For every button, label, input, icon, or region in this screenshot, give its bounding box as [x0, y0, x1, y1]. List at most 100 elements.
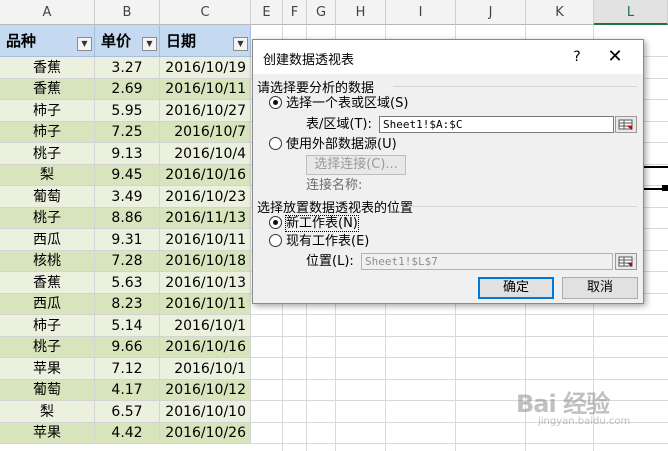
cell-date[interactable]: 2016/10/11	[160, 229, 251, 251]
range-label: 表/区域(T):	[306, 117, 372, 132]
dropdown-arrow-icon[interactable]: ▼	[142, 37, 157, 51]
cell-price[interactable]: 4.42	[95, 423, 160, 444]
section-choose-location: 选择放置数据透视表的位置	[257, 201, 414, 216]
gridline	[251, 336, 668, 337]
cell-variety[interactable]: 柿子	[0, 122, 95, 143]
cell-price[interactable]: 9.45	[95, 165, 160, 186]
cell-variety[interactable]: 西瓜	[0, 229, 95, 251]
cell-price[interactable]: 9.13	[95, 143, 160, 165]
cell-price[interactable]: 2.69	[95, 79, 160, 100]
column-header-f[interactable]: F	[283, 0, 307, 25]
cell-variety[interactable]: 核桃	[0, 251, 95, 272]
cell-date[interactable]: 2016/10/27	[160, 100, 251, 122]
cell-variety[interactable]: 苹果	[0, 358, 95, 380]
range-picker-icon[interactable]	[615, 116, 637, 133]
cell-date[interactable]: 2016/10/16	[160, 165, 251, 186]
radio-checked-icon	[269, 215, 282, 229]
column-header-j[interactable]: J	[456, 0, 526, 25]
cell-variety[interactable]: 香蕉	[0, 79, 95, 100]
cell-price[interactable]: 5.95	[95, 100, 160, 122]
choose-connection-button: 选择连接(C)...	[306, 155, 406, 175]
cell-price[interactable]: 7.28	[95, 251, 160, 272]
cell-date[interactable]: 2016/10/12	[160, 380, 251, 401]
cell-date[interactable]: 2016/11/13	[160, 208, 251, 229]
cell-date[interactable]: 2016/10/11	[160, 294, 251, 315]
dialog-titlebar[interactable]: 创建数据透视表 ? ✕	[253, 40, 643, 74]
cell-date[interactable]: 2016/10/23	[160, 186, 251, 208]
location-picker-icon[interactable]	[615, 253, 637, 270]
cell-variety[interactable]: 柿子	[0, 315, 95, 337]
header-label: 品种	[6, 32, 37, 50]
cancel-button[interactable]: 取消	[562, 277, 638, 299]
cell-price[interactable]: 8.23	[95, 294, 160, 315]
cell-variety[interactable]: 柿子	[0, 100, 95, 122]
cell-price[interactable]: 9.66	[95, 337, 160, 358]
cell-variety[interactable]: 苹果	[0, 423, 95, 444]
cell-variety[interactable]: 葡萄	[0, 186, 95, 208]
cell-date[interactable]: 2016/10/19	[160, 57, 251, 79]
cell-date[interactable]: 2016/10/10	[160, 401, 251, 423]
cell-price[interactable]: 3.49	[95, 186, 160, 208]
header-label: 日期	[166, 32, 197, 50]
gridline	[251, 443, 668, 444]
cell-date[interactable]: 2016/10/11	[160, 79, 251, 100]
cell-variety[interactable]: 香蕉	[0, 57, 95, 79]
radio-label: 新工作表(N)	[285, 215, 359, 232]
cell-date[interactable]: 2016/10/18	[160, 251, 251, 272]
cell-date[interactable]: 2016/10/1	[160, 358, 251, 380]
column-header-i[interactable]: I	[386, 0, 456, 25]
cell-date[interactable]: 2016/10/13	[160, 272, 251, 294]
location-input[interactable]: Sheet1!$L$7	[361, 253, 613, 270]
cell-date[interactable]: 2016/10/4	[160, 143, 251, 165]
column-header-g[interactable]: G	[307, 0, 336, 25]
radio-external-source[interactable]: 使用外部数据源(U)	[269, 136, 397, 154]
ok-button[interactable]: 确定	[478, 277, 554, 299]
column-header-a[interactable]: A	[0, 0, 95, 25]
cell-price[interactable]: 8.86	[95, 208, 160, 229]
divider	[393, 86, 637, 87]
watermark-url: jingyan.baidu.com	[538, 416, 631, 427]
cell-variety[interactable]: 西瓜	[0, 294, 95, 315]
range-input[interactable]: Sheet1!$A:$C	[379, 116, 614, 133]
cell-variety[interactable]: 桃子	[0, 143, 95, 165]
header-label: 单价	[101, 32, 132, 50]
cell-price[interactable]: 7.25	[95, 122, 160, 143]
cell-price[interactable]: 4.17	[95, 380, 160, 401]
watermark-logo: Bai 经验 jingyan.baidu.com	[508, 378, 668, 438]
dropdown-arrow-icon[interactable]: ▼	[77, 37, 92, 51]
dropdown-arrow-icon[interactable]: ▼	[233, 37, 248, 51]
radio-existing-worksheet[interactable]: 现有工作表(E)	[269, 233, 369, 251]
radio-new-worksheet[interactable]: 新工作表(N)	[269, 215, 359, 233]
fill-handle[interactable]	[662, 185, 668, 191]
cell-variety[interactable]: 桃子	[0, 337, 95, 358]
column-header-h[interactable]: H	[336, 0, 386, 25]
create-pivot-table-dialog: 创建数据透视表 ? ✕ 请选择要分析的数据 选择一个表或区域(S) 表/区域(T…	[252, 39, 644, 304]
cell-date[interactable]: 2016/10/1	[160, 315, 251, 337]
divider	[408, 206, 637, 207]
cell-price[interactable]: 7.12	[95, 358, 160, 380]
cell-date[interactable]: 2016/10/16	[160, 337, 251, 358]
cell-variety[interactable]: 葡萄	[0, 380, 95, 401]
cell-price[interactable]: 6.57	[95, 401, 160, 423]
radio-label: 使用外部数据源(U)	[286, 137, 397, 152]
column-header-l[interactable]: L	[594, 0, 668, 25]
column-header-e[interactable]: E	[251, 0, 283, 25]
column-header-b[interactable]: B	[95, 0, 160, 25]
cell-price[interactable]: 3.27	[95, 57, 160, 79]
radio-select-table[interactable]: 选择一个表或区域(S)	[269, 95, 408, 113]
close-button[interactable]: ✕	[605, 47, 625, 67]
column-header-c[interactable]: C	[160, 0, 251, 25]
radio-unchecked-icon	[269, 136, 282, 150]
column-header-k[interactable]: K	[526, 0, 594, 25]
cell-price[interactable]: 9.31	[95, 229, 160, 251]
cell-price[interactable]: 5.14	[95, 315, 160, 337]
help-button[interactable]: ?	[567, 47, 587, 67]
connection-name-label: 连接名称:	[306, 178, 363, 193]
cell-date[interactable]: 2016/10/26	[160, 423, 251, 444]
cell-date[interactable]: 2016/10/7	[160, 122, 251, 143]
cell-price[interactable]: 5.63	[95, 272, 160, 294]
cell-variety[interactable]: 桃子	[0, 208, 95, 229]
cell-variety[interactable]: 香蕉	[0, 272, 95, 294]
cell-variety[interactable]: 梨	[0, 165, 95, 186]
cell-variety[interactable]: 梨	[0, 401, 95, 423]
